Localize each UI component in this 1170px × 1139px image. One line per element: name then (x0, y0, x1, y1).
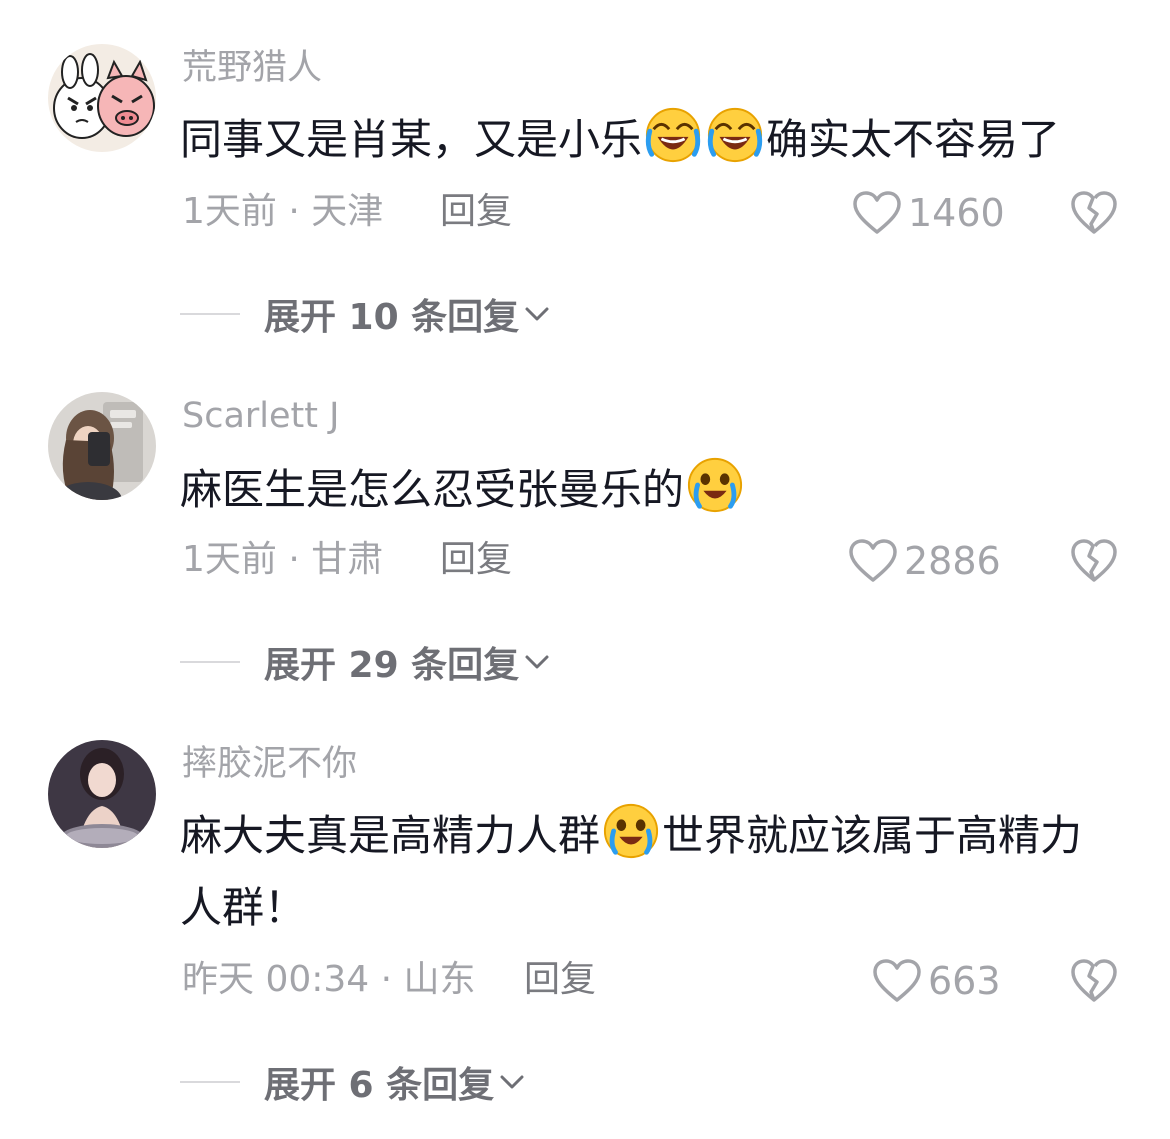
heart-outline-icon (853, 191, 901, 234)
like-button[interactable]: 2886 (848, 536, 1001, 586)
comment-text: 麻大夫真是高精力人群 世界就应该属于高精力人群！ (180, 800, 1120, 944)
rolling-laughing-emoji (706, 106, 764, 164)
username[interactable]: Scarlett J (182, 394, 339, 438)
comment-text-part: 确实太不容易了 (766, 115, 1061, 164)
like-count: 1460 (908, 191, 1005, 235)
broken-heart-icon (1071, 539, 1117, 582)
tears-of-joy-emoji (602, 802, 660, 860)
rolling-laughing-emoji (644, 106, 702, 164)
dislike-button[interactable] (1070, 190, 1118, 236)
tears-of-joy-emoji (686, 456, 744, 514)
comment-item: 荒野猎人 同事又是肖某，又是小乐 确实太不容易了 1天前 · 天津 回复 146… (0, 0, 1170, 350)
comment-text-part: 同事又是肖某，又是小乐 (180, 115, 643, 164)
divider (180, 661, 240, 663)
expand-replies-label: 展开 6 条回复 (264, 1065, 495, 1106)
divider (180, 313, 240, 315)
broken-heart-icon (1071, 959, 1117, 1002)
avatar[interactable] (48, 740, 156, 848)
comment-text-part: 麻大夫真是高精力人群 (180, 811, 601, 860)
expand-replies-button[interactable]: 展开 10 条回复 (180, 292, 551, 338)
expand-replies-label: 展开 10 条回复 (264, 297, 520, 338)
like-button[interactable]: 1460 (852, 188, 1005, 238)
avatar[interactable] (48, 392, 156, 500)
divider (180, 1081, 240, 1083)
username[interactable]: 荒野猎人 (182, 46, 322, 90)
comment-text-part: 麻医生是怎么忍受张曼乐的 (180, 465, 685, 514)
chevron-down-icon (500, 1075, 524, 1089)
reply-button[interactable]: 回复 (524, 958, 596, 1002)
expand-replies-button[interactable]: 展开 6 条回复 (180, 1060, 526, 1106)
comment-item: 摔胶泥不你 麻大夫真是高精力人群 世界就应该属于高精力人群！ 昨天 00:34 … (0, 700, 1170, 1139)
heart-outline-icon (873, 959, 921, 1002)
comment-item: Scarlett J 麻医生是怎么忍受张曼乐的 1天前 · 甘肃 回复 2886… (0, 350, 1170, 700)
comment-meta: 昨天 00:34 · 山东 (182, 959, 476, 1000)
dislike-button[interactable] (1070, 958, 1118, 1004)
reply-button[interactable]: 回复 (440, 190, 512, 234)
comment-meta: 1天前 · 天津 (182, 191, 384, 232)
comment-meta: 1天前 · 甘肃 (182, 539, 384, 580)
expand-replies-label: 展开 29 条回复 (264, 645, 520, 686)
like-count: 663 (928, 959, 1001, 1003)
expand-replies-button[interactable]: 展开 29 条回复 (180, 640, 551, 686)
like-button[interactable]: 663 (872, 956, 1001, 1006)
avatar[interactable] (48, 44, 156, 152)
reply-button[interactable]: 回复 (440, 538, 512, 582)
comment-text: 同事又是肖某，又是小乐 确实太不容易了 (180, 104, 1120, 176)
heart-outline-icon (849, 539, 897, 582)
username[interactable]: 摔胶泥不你 (182, 742, 357, 786)
chevron-down-icon (525, 655, 549, 669)
comment-text: 麻医生是怎么忍受张曼乐的 (180, 454, 1120, 526)
chevron-down-icon (525, 307, 549, 321)
dislike-button[interactable] (1070, 538, 1118, 584)
like-count: 2886 (904, 539, 1001, 583)
broken-heart-icon (1071, 191, 1117, 234)
